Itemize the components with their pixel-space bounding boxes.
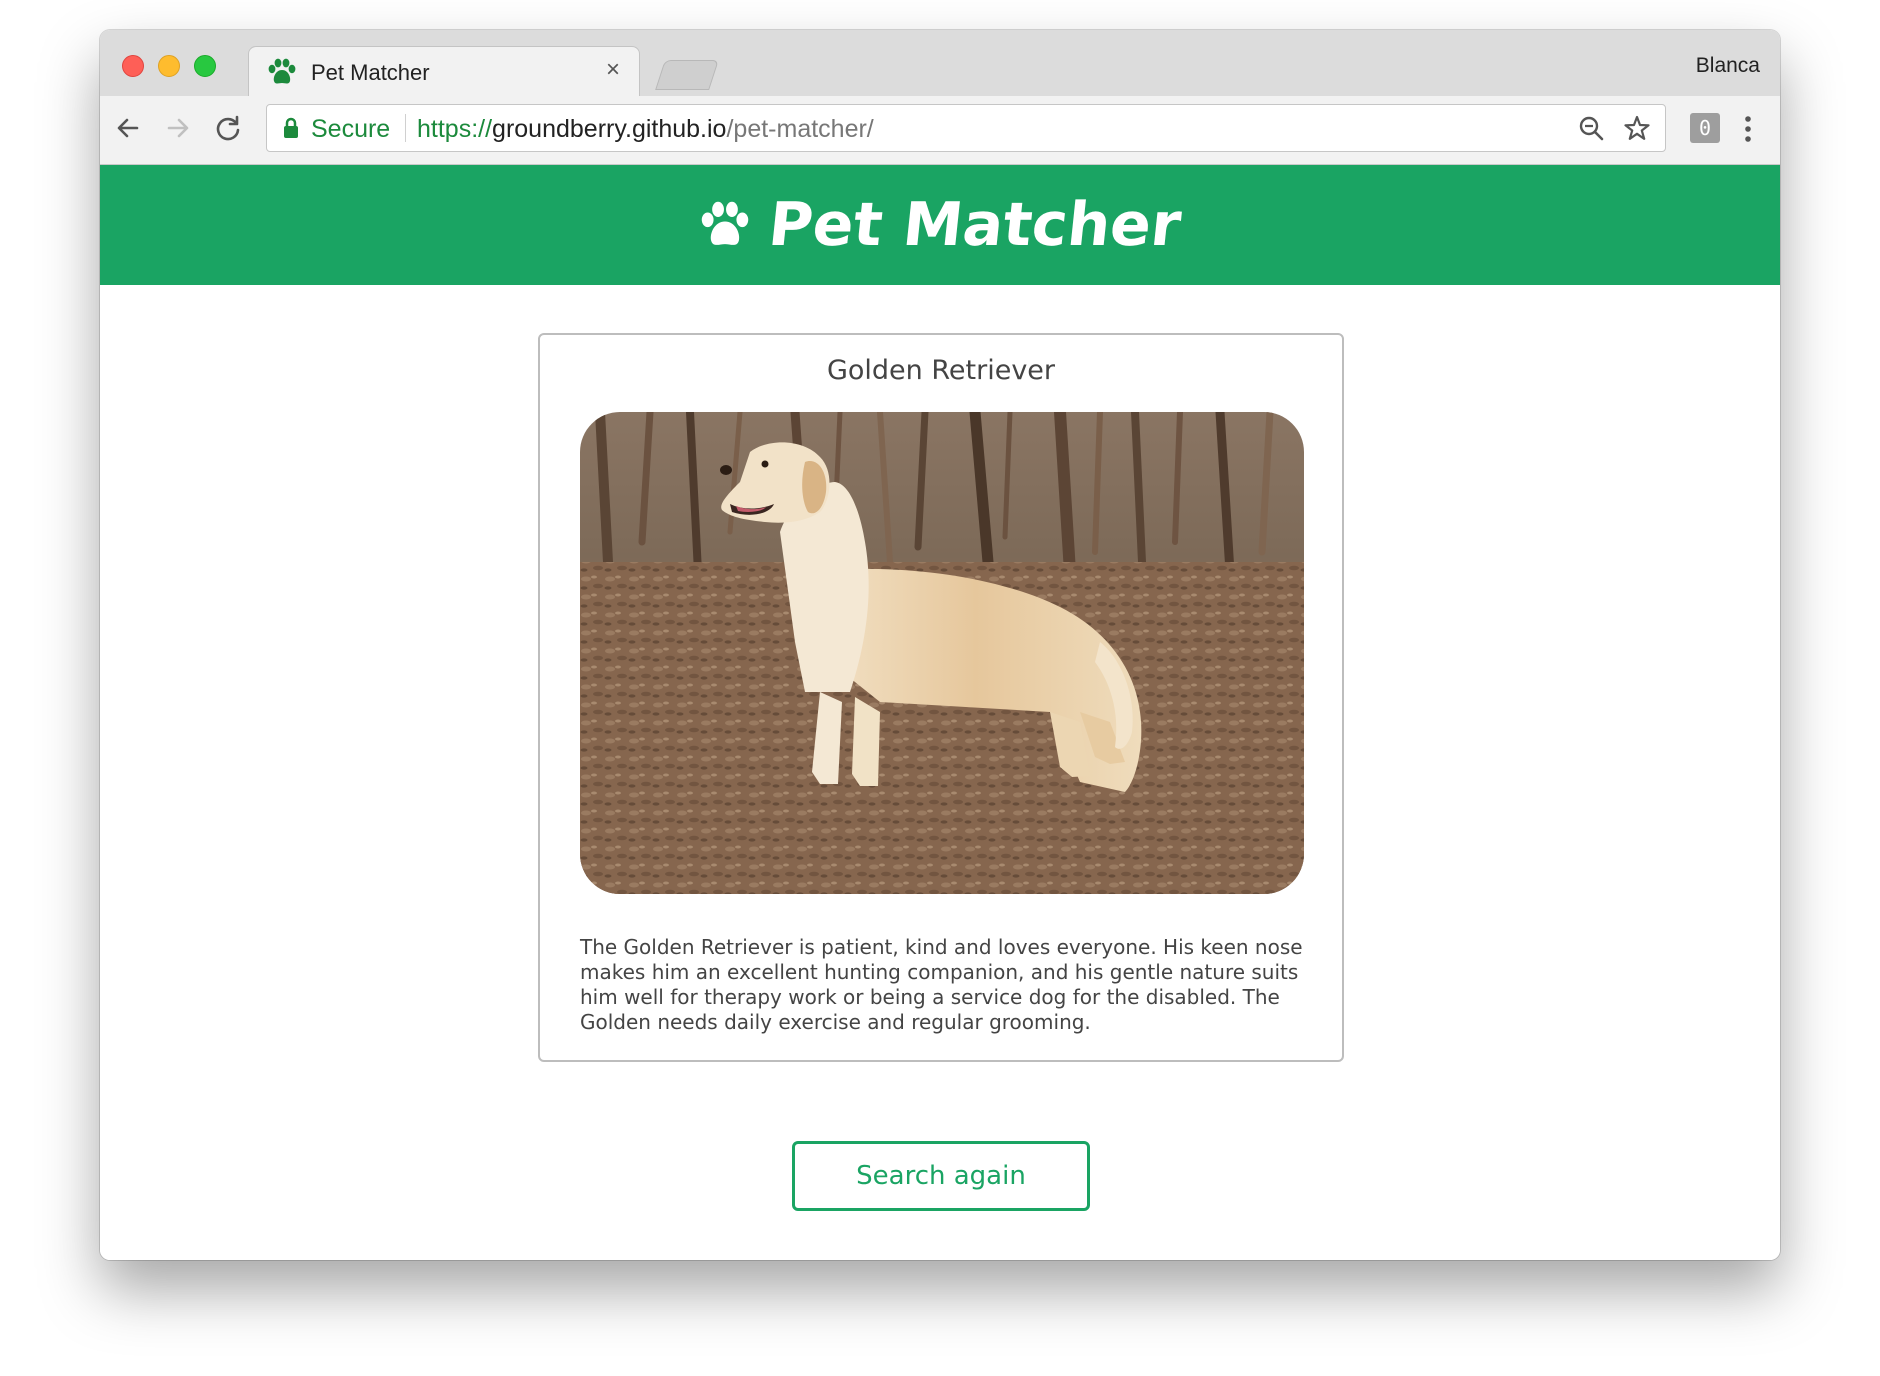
- more-menu-icon[interactable]: [1736, 114, 1760, 144]
- tab-pet-matcher[interactable]: Pet Matcher ×: [248, 46, 640, 97]
- new-tab-button[interactable]: [655, 60, 719, 90]
- tab-title: Pet Matcher: [311, 60, 430, 85]
- reload-button[interactable]: [210, 110, 246, 146]
- paw-icon: [701, 201, 749, 245]
- bookmark-star-icon[interactable]: [1623, 114, 1651, 142]
- url-host: groundberry.github.io: [492, 115, 727, 143]
- site-header: Pet Matcher: [100, 165, 1780, 285]
- maximize-window-button[interactable]: [194, 55, 216, 77]
- forward-button[interactable]: [160, 110, 196, 146]
- paw-icon: [268, 58, 296, 84]
- address-divider: [405, 114, 406, 142]
- site-title: Pet Matcher: [765, 190, 1185, 260]
- result-card: Golden Retriever The Golden Retriever is…: [538, 333, 1344, 1062]
- extension-icon[interactable]: 0: [1690, 113, 1720, 143]
- reload-icon: [216, 115, 240, 141]
- arrow-left-icon: [117, 118, 139, 138]
- page-content: Pet Matcher Golden Retriever The Golden …: [100, 165, 1780, 1260]
- arrow-right-icon: [167, 118, 189, 138]
- url-text[interactable]: https://groundberry.github.io/pet-matche…: [417, 115, 874, 144]
- url-scheme: https://: [417, 115, 493, 143]
- profile-name[interactable]: Blanca: [1696, 54, 1760, 78]
- brand[interactable]: Pet Matcher: [699, 190, 1185, 260]
- address-bar[interactable]: Secure https://groundberry.github.io/pet…: [266, 104, 1666, 152]
- back-button[interactable]: [110, 110, 146, 146]
- zoom-icon[interactable]: [1577, 114, 1605, 142]
- tab-strip: Pet Matcher × Blanca: [100, 30, 1780, 97]
- close-window-button[interactable]: [122, 55, 144, 77]
- browser-window: Pet Matcher × Blanca Secure https://grou…: [100, 30, 1780, 1260]
- dog-photo: [580, 412, 1304, 894]
- search-again-button[interactable]: Search again: [792, 1141, 1090, 1211]
- breed-description: The Golden Retriever is patient, kind an…: [580, 935, 1303, 1034]
- url-path: /pet-matcher/: [726, 115, 874, 143]
- browser-toolbar: Secure https://groundberry.github.io/pet…: [100, 96, 1780, 165]
- lock-icon: [284, 117, 298, 138]
- breed-photo: [580, 412, 1304, 894]
- minimize-window-button[interactable]: [158, 55, 180, 77]
- breed-name: Golden Retriever: [826, 355, 1056, 386]
- tab-close-icon[interactable]: ×: [601, 58, 625, 82]
- secure-label: Secure: [311, 115, 391, 143]
